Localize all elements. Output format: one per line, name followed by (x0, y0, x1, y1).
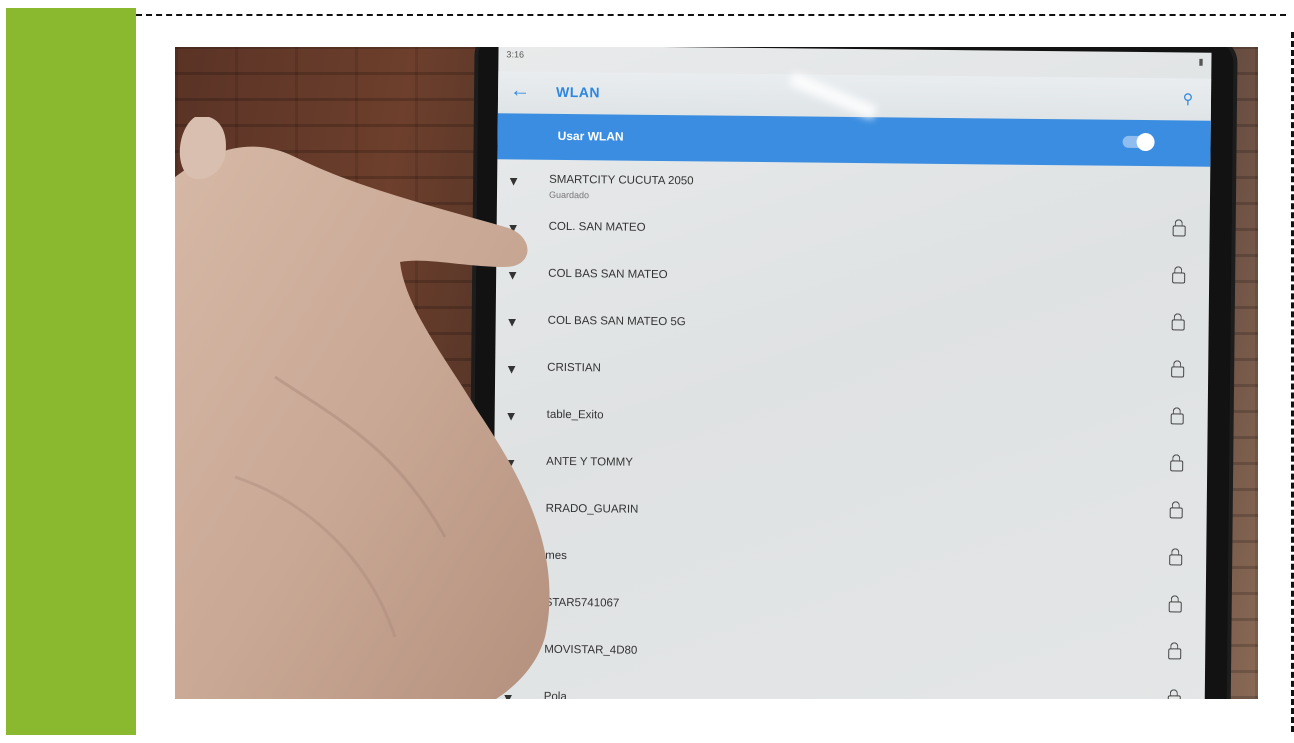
lock-icon (1170, 413, 1184, 425)
network-item[interactable]: ▼MOVISTAR_4D80 (492, 629, 1205, 683)
battery-icon: ▮ (1198, 56, 1204, 67)
wifi-toggle-label: Usar WLAN (557, 128, 624, 144)
network-item[interactable]: ▼mes (493, 535, 1206, 589)
status-time: 3:16 (506, 49, 525, 60)
green-side-bar (6, 8, 136, 735)
lock-icon (1171, 319, 1185, 331)
network-item[interactable]: ▼ COL BAS SAN MATEO 5G (495, 300, 1208, 354)
app-title: WLAN (555, 83, 601, 101)
network-name: COL. SAN MATEO (548, 220, 646, 234)
network-item[interactable]: ▼ COL BAS SAN MATEO (496, 253, 1209, 307)
app-bar: ← WLAN ⚲ (497, 71, 1212, 121)
search-icon[interactable]: ⚲ (1183, 90, 1193, 107)
wifi-toggle-row[interactable]: Usar WLAN (497, 113, 1211, 167)
toggle-knob (1136, 132, 1155, 152)
lock-icon (1170, 460, 1184, 472)
network-name: ANTE Y TOMMY (546, 455, 633, 469)
network-item[interactable]: ▼ ANTE Y TOMMY (494, 441, 1207, 495)
network-name: COL BAS SAN MATEO (548, 267, 668, 282)
network-name: CRISTIAN (547, 361, 601, 375)
network-item[interactable]: ▼ table_Exito (494, 394, 1207, 448)
network-list: ▼ SMARTCITY CUCUTA 2050 Guardado ▼ COL. SAN … (491, 159, 1210, 699)
lock-icon (1168, 601, 1182, 613)
wifi-toggle-switch[interactable] (1122, 132, 1155, 152)
lock-icon (1169, 554, 1183, 566)
network-item[interactable]: ▼ COL. SAN MATEO (496, 206, 1209, 260)
network-item[interactable]: ▼RRADO_GUARIN (493, 488, 1206, 542)
network-name: RRADO_GUARIN (545, 502, 639, 516)
lock-icon (1172, 272, 1186, 284)
back-arrow-icon[interactable]: ← (510, 79, 530, 102)
network-name: COL BAS SAN MATEO 5G (547, 314, 686, 329)
network-name: STAR5741067 (544, 596, 620, 610)
tablet-device: 3:16 ▮ ← WLAN ⚲ Usar WLAN ▼ SMARTCITY CUC… (471, 47, 1234, 699)
lock-icon (1169, 507, 1183, 519)
dashed-border-top (136, 14, 1286, 16)
network-name: table_Exito (546, 408, 604, 422)
network-name: SMARTCITY CUCUTA 2050 (549, 173, 694, 188)
lock-icon (1171, 366, 1185, 378)
network-item[interactable]: ▼ CRISTIAN (495, 347, 1208, 401)
lock-icon (1172, 225, 1186, 237)
lock-icon (1168, 648, 1182, 660)
photo-tablet-wifi: 3:16 ▮ ← WLAN ⚲ Usar WLAN ▼ SMARTCITY CUC… (175, 47, 1258, 699)
network-name: MOVISTAR_4D80 (544, 643, 638, 657)
network-item[interactable]: ▼ SMARTCITY CUCUTA 2050 Guardado (497, 159, 1210, 213)
hand-pointing (175, 117, 550, 699)
tablet-screen: 3:16 ▮ ← WLAN ⚲ Usar WLAN ▼ SMARTCITY CUC… (491, 47, 1212, 699)
network-item[interactable]: ▼STAR5741067 (492, 582, 1205, 636)
lock-icon (1167, 695, 1181, 699)
